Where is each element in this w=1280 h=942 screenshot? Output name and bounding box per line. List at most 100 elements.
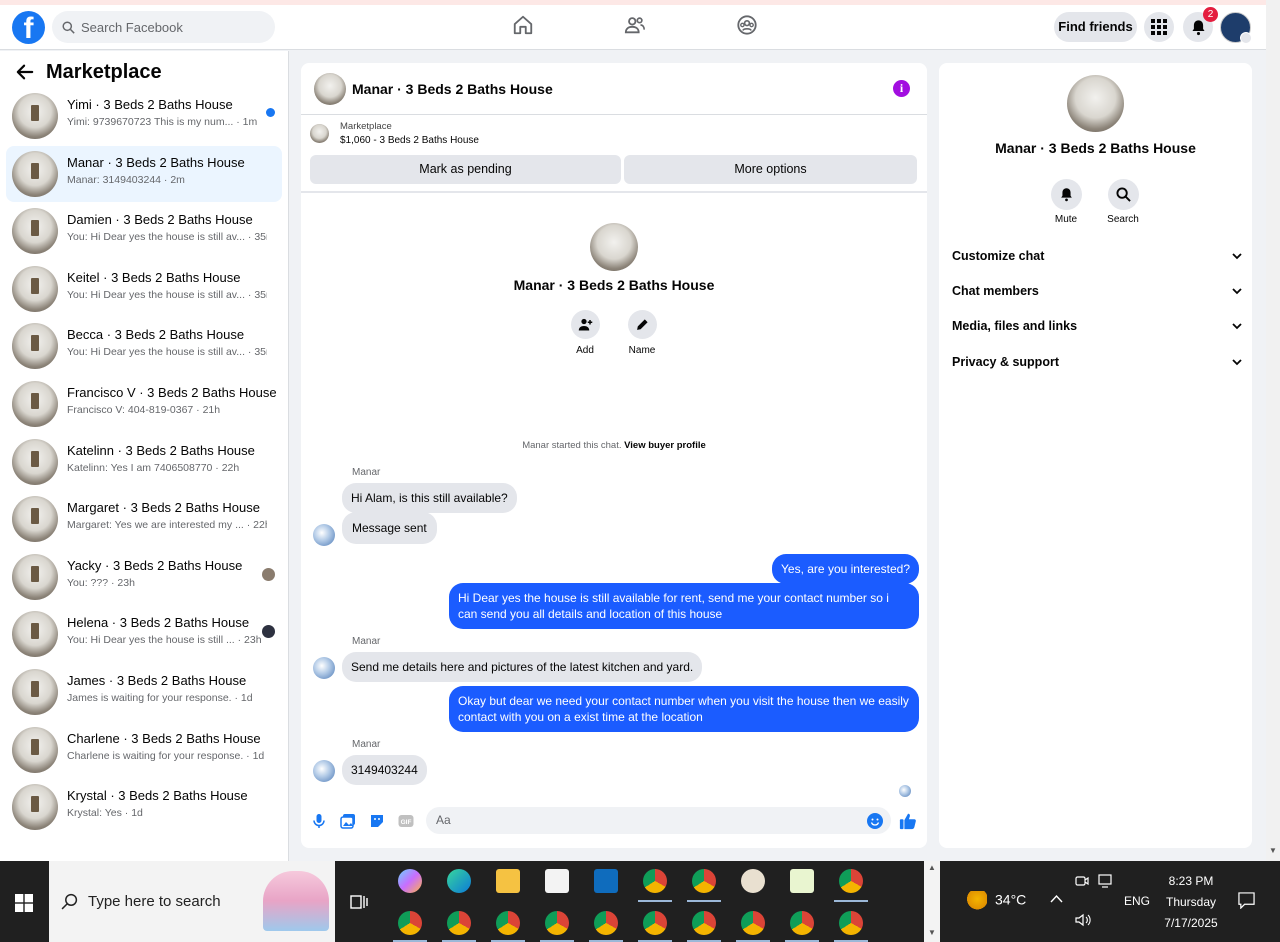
name-chat-button[interactable]: Name bbox=[622, 310, 662, 356]
system-clock[interactable]: 8:23 PM Thursday 7/17/2025 bbox=[1158, 871, 1224, 934]
weather-widget[interactable]: 34°C bbox=[963, 891, 1026, 911]
volume-icon[interactable] bbox=[1075, 913, 1091, 927]
customize-chat-section[interactable]: Customize chat bbox=[952, 249, 1242, 263]
conversation-item[interactable]: Krystal · 3 Beds 2 Baths House Krystal: Y… bbox=[6, 779, 282, 835]
show-hidden-icons-chevron-icon[interactable] bbox=[1050, 894, 1063, 903]
task-view-icon[interactable] bbox=[350, 893, 368, 911]
friends-icon[interactable] bbox=[624, 14, 646, 36]
copilot-icon[interactable] bbox=[398, 869, 422, 893]
sender-avatar[interactable] bbox=[313, 760, 335, 782]
details-avatar[interactable] bbox=[1067, 75, 1124, 132]
gif-icon[interactable]: GIF bbox=[398, 813, 414, 829]
microsoft-store-icon[interactable] bbox=[545, 869, 569, 893]
incoming-message[interactable]: Message sent bbox=[342, 512, 437, 544]
outgoing-message[interactable]: Hi Dear yes the house is still available… bbox=[449, 583, 919, 629]
find-friends-button[interactable]: Find friends bbox=[1054, 12, 1137, 42]
meet-now-icon[interactable] bbox=[1075, 874, 1089, 888]
outlook-icon[interactable] bbox=[594, 869, 618, 893]
listing-thumbnail bbox=[12, 93, 58, 139]
chrome-icon[interactable] bbox=[839, 911, 863, 935]
media-files-links-section[interactable]: Media, files and links bbox=[952, 319, 1242, 333]
incoming-message[interactable]: 3149403244 bbox=[342, 755, 427, 785]
search-in-chat-button[interactable]: Search bbox=[1099, 179, 1147, 225]
edge-icon[interactable] bbox=[447, 869, 471, 893]
chrome-icon[interactable] bbox=[643, 869, 667, 893]
conversation-item[interactable]: Manar · 3 Beds 2 Baths House Manar: 31494… bbox=[6, 145, 282, 202]
app-icon[interactable] bbox=[790, 869, 814, 893]
incoming-message[interactable]: Hi Alam, is this still available? bbox=[342, 483, 517, 513]
chevron-down-icon[interactable]: ▼ bbox=[928, 928, 936, 937]
windows-start-icon[interactable] bbox=[15, 894, 33, 912]
chrome-icon[interactable] bbox=[545, 911, 569, 935]
conversation-item[interactable]: Yacky · 3 Beds 2 Baths House You: ??? · 2… bbox=[6, 549, 282, 605]
chrome-icon[interactable] bbox=[692, 911, 716, 935]
incoming-message[interactable]: Send me details here and pictures of the… bbox=[342, 652, 703, 682]
conversation-item[interactable]: Charlene · 3 Beds 2 Baths House Charlene … bbox=[6, 722, 282, 778]
info-icon[interactable]: i bbox=[893, 80, 910, 97]
conversation-name: James · 3 Beds 2 Baths House bbox=[67, 673, 247, 688]
chrome-icon[interactable] bbox=[594, 911, 618, 935]
sticker-icon[interactable] bbox=[369, 813, 385, 829]
message-input[interactable]: Aa bbox=[426, 807, 891, 834]
add-label: Add bbox=[576, 345, 594, 356]
network-icon[interactable] bbox=[1098, 874, 1114, 888]
home-icon[interactable] bbox=[512, 14, 534, 36]
conversation-item[interactable]: Helena · 3 Beds 2 Baths House You: Hi Dea… bbox=[6, 606, 282, 662]
more-options-button[interactable]: More options bbox=[624, 155, 917, 184]
menu-grid-button[interactable] bbox=[1144, 12, 1174, 42]
notification-center-icon[interactable] bbox=[1238, 892, 1255, 909]
microphone-icon[interactable] bbox=[311, 813, 327, 829]
chrome-icon[interactable] bbox=[741, 911, 765, 935]
search-facebook-input[interactable]: Search Facebook bbox=[52, 11, 275, 43]
view-buyer-profile-link[interactable]: View buyer profile bbox=[624, 440, 706, 451]
chrome-icon[interactable] bbox=[790, 911, 814, 935]
outgoing-message[interactable]: Okay but dear we need your contact numbe… bbox=[449, 686, 919, 732]
conversation-item[interactable]: Becca · 3 Beds 2 Baths House You: Hi Dear… bbox=[6, 318, 282, 374]
chevron-up-icon[interactable]: ▲ bbox=[928, 863, 936, 872]
conversation-item[interactable]: James · 3 Beds 2 Baths House James is wai… bbox=[6, 664, 282, 720]
divider bbox=[301, 191, 927, 193]
privacy-support-section[interactable]: Privacy & support bbox=[952, 355, 1242, 369]
unread-dot bbox=[266, 108, 275, 117]
taskbar-scroll[interactable]: ▲ ▼ bbox=[924, 861, 940, 942]
back-arrow-icon[interactable] bbox=[16, 63, 34, 81]
chat-avatar[interactable] bbox=[314, 72, 346, 105]
photo-icon[interactable] bbox=[340, 813, 356, 829]
chrome-icon[interactable] bbox=[692, 869, 716, 893]
account-avatar[interactable] bbox=[1220, 12, 1252, 44]
mark-as-pending-button[interactable]: Mark as pending bbox=[310, 155, 621, 184]
search-placeholder: Search Facebook bbox=[81, 19, 183, 35]
outgoing-message[interactable]: Yes, are you interested? bbox=[772, 554, 919, 584]
thumbs-up-icon[interactable] bbox=[899, 812, 917, 830]
chrome-icon[interactable] bbox=[398, 911, 422, 935]
listing-thumbnail bbox=[12, 784, 58, 831]
chrome-icon[interactable] bbox=[447, 911, 471, 935]
mute-button[interactable]: Mute bbox=[1042, 179, 1090, 225]
chrome-icon[interactable] bbox=[839, 869, 863, 893]
sender-avatar[interactable] bbox=[313, 524, 335, 546]
conversation-item[interactable]: Damien · 3 Beds 2 Baths House You: Hi Dea… bbox=[6, 203, 282, 259]
taskbar-search-box[interactable]: Type here to search bbox=[49, 861, 335, 942]
taskbar-search-placeholder: Type here to search bbox=[88, 893, 221, 910]
conversation-item[interactable]: Keitel · 3 Beds 2 Baths House You: Hi Dea… bbox=[6, 261, 282, 317]
chat-title[interactable]: Manar · 3 Beds 2 Baths House bbox=[352, 81, 553, 97]
add-people-button[interactable]: Add bbox=[565, 310, 605, 356]
conversation-item[interactable]: Yimi · 3 Beds 2 Baths House Yimi: 9739670… bbox=[6, 88, 282, 144]
chrome-icon[interactable] bbox=[643, 911, 667, 935]
listing-thumbnail bbox=[12, 726, 58, 773]
conversation-item[interactable]: Katelinn · 3 Beds 2 Baths House Katelinn:… bbox=[6, 434, 282, 490]
app-icon[interactable] bbox=[741, 869, 765, 893]
facebook-logo[interactable]: f bbox=[12, 11, 45, 44]
conversation-item[interactable]: Francisco V · 3 Beds 2 Baths House Franci… bbox=[6, 376, 282, 432]
scroll-down-arrow-icon[interactable]: ▼ bbox=[1269, 846, 1277, 855]
emoji-icon[interactable] bbox=[867, 813, 883, 829]
profile-avatar[interactable] bbox=[590, 223, 638, 271]
file-explorer-icon[interactable] bbox=[496, 869, 520, 893]
groups-icon[interactable] bbox=[736, 14, 758, 36]
input-language[interactable]: ENG bbox=[1124, 894, 1150, 908]
sender-avatar[interactable] bbox=[313, 657, 335, 679]
page-scrollbar[interactable]: ▼ bbox=[1266, 0, 1280, 861]
conversation-item[interactable]: Margaret · 3 Beds 2 Baths House Margaret:… bbox=[6, 491, 282, 547]
chrome-icon[interactable] bbox=[496, 911, 520, 935]
chat-members-section[interactable]: Chat members bbox=[952, 284, 1242, 298]
